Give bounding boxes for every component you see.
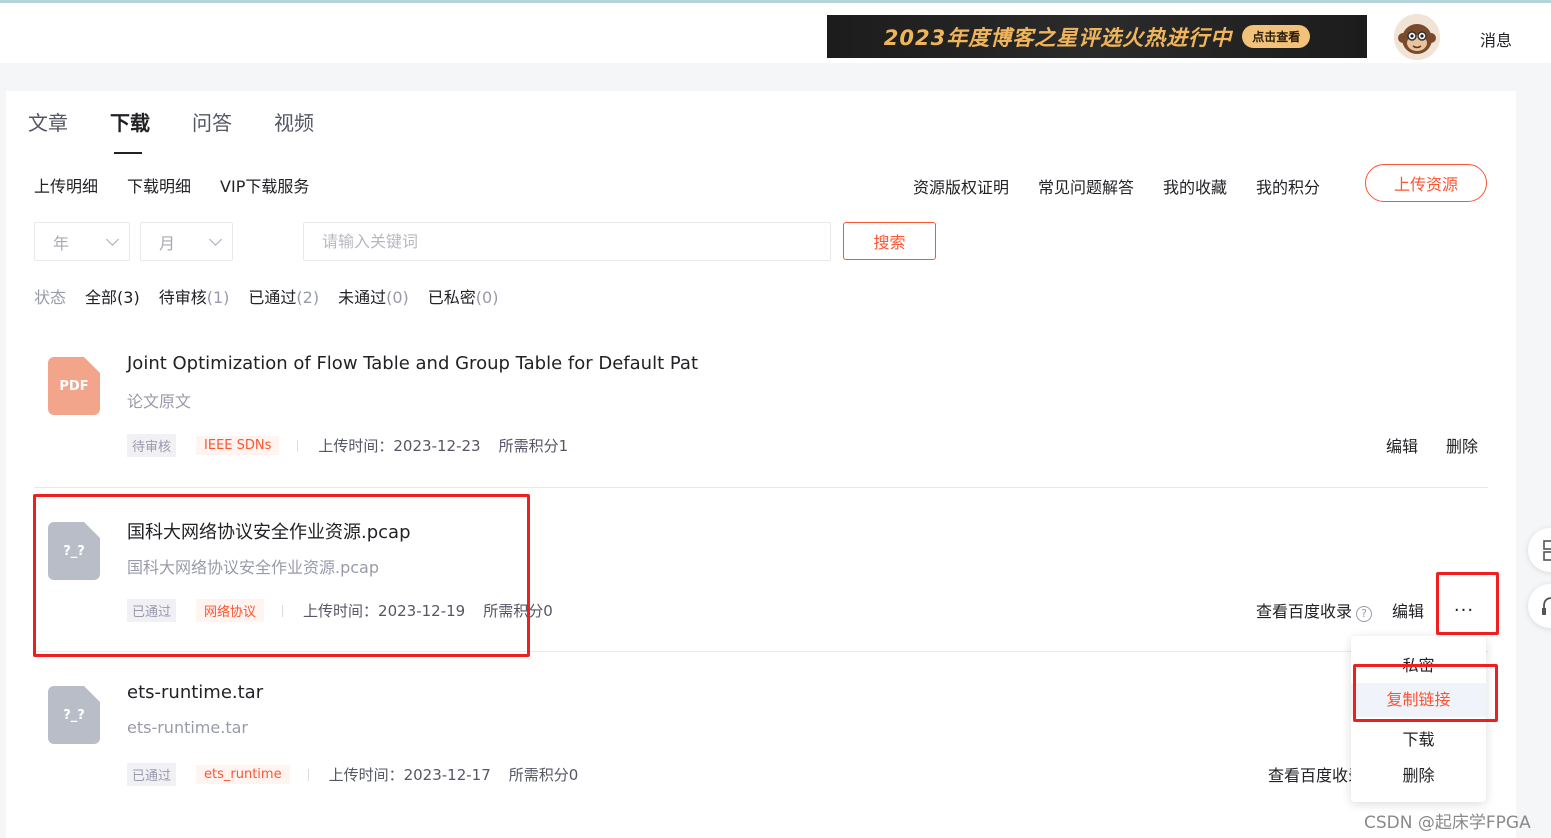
status-private-count: (0) [475,288,499,307]
status-badge: 待审核 [127,434,177,457]
view-baidu-index-label: 查看百度收录 [1255,602,1352,621]
status-approved-name: 已通过 [248,288,297,307]
subnav-vip-download[interactable]: VIP下载服务 [220,173,309,197]
subnav-upload-details[interactable]: 上传明细 [34,173,98,197]
view-baidu-index-link[interactable]: 查看百度收录? [1256,598,1372,622]
highlight-box-more-button [1436,572,1499,635]
subnav-faq[interactable]: 常见问题解答 [1038,174,1134,198]
highlight-box-resource [33,494,530,657]
tab-downloads[interactable]: 下载 [110,107,150,154]
status-all-name: 全部 [85,288,118,307]
chevron-down-icon [209,233,222,246]
keyword-search-input[interactable] [303,222,831,261]
highlight-box-copy-link [1353,664,1498,722]
resource-actions: 查看百度收录 [1268,762,1364,786]
divider [297,439,299,452]
resource-meta: 待审核 IEEE SDNs 上传时间：2023-12-23 所需积分1 [127,434,568,457]
resource-description: ets-runtime.tar [127,718,248,737]
content-tabs: 文章 下载 问答 视频 [28,107,356,154]
status-approved[interactable]: 已通过(2) [248,284,319,308]
status-label: 状态 [34,288,67,307]
category-tag[interactable]: ets_runtime [196,765,290,784]
status-rejected-name: 未通过 [338,288,387,307]
view-baidu-index-link[interactable]: 查看百度收录 [1268,762,1364,786]
status-rejected-count: (0) [386,288,409,307]
upload-time: 上传时间：2023-12-17 [328,766,491,784]
month-select[interactable]: 月 [140,222,233,261]
resource-actions: 编辑 删除 [1386,433,1478,457]
subnav-my-points[interactable]: 我的积分 [1256,174,1320,198]
status-all-count: (3) [117,288,140,307]
resource-title[interactable]: ets-runtime.tar [127,682,263,703]
status-private[interactable]: 已私密(0) [428,284,499,308]
status-filter: 状态 全部(3) 待审核(1) 已通过(2) 未通过(0) 已私密(0) [34,284,498,308]
messages-link[interactable]: 消息 [1480,27,1512,51]
unknown-file-icon: ?_? [48,686,100,744]
search-button[interactable]: 搜索 [843,222,936,260]
subnav-right: 资源版权证明 常见问题解答 我的收藏 我的积分 [913,174,1320,198]
main-panel: 文章 下载 问答 视频 上传明细 下载明细 VIP下载服务 资源版权证明 常见问… [6,91,1516,838]
tab-qa[interactable]: 问答 [192,107,232,136]
resource-item: ?_? ets-runtime.tar ets-runtime.tar 已通过 … [34,651,1488,815]
upload-resource-button[interactable]: 上传资源 [1365,164,1487,202]
resource-description: 论文原文 [127,392,192,411]
top-bar: 2023年度博客之星评选火热进行中 点击查看 消息 [0,0,1551,63]
question-icon[interactable]: ? [1355,605,1372,622]
menu-item-delete[interactable]: 删除 [1351,762,1486,786]
status-pending-name: 待审核 [158,288,207,307]
banner-text: 2023年度博客之星评选火热进行中 [883,25,1233,50]
year-select-label: 年 [53,233,70,253]
resource-meta: 已通过 ets_runtime 上传时间：2023-12-17 所需积分0 [127,763,578,786]
edit-button[interactable]: 编辑 [1386,433,1418,457]
headset-icon [1542,597,1551,615]
resource-item: PDF Joint Optimization of Flow Table and… [34,323,1488,487]
subnav-left: 上传明细 下载明细 VIP下载服务 [34,173,309,197]
status-private-name: 已私密 [427,288,476,307]
status-approved-count: (2) [296,288,320,307]
pdf-file-icon: PDF [48,357,100,415]
divider [307,768,309,781]
menu-item-download[interactable]: 下载 [1351,726,1486,750]
subnav-my-favorites[interactable]: 我的收藏 [1163,174,1227,198]
status-all[interactable]: 全部(3) [85,284,140,308]
year-select[interactable]: 年 [34,222,130,261]
tab-videos[interactable]: 视频 [274,107,314,136]
qr-code-icon [1543,540,1551,561]
banner-button[interactable]: 点击查看 [1242,25,1311,48]
status-pending[interactable]: 待审核(1) [159,284,230,308]
file-icon-label: PDF [59,378,89,394]
resource-title[interactable]: Joint Optimization of Flow Table and Gro… [127,353,698,374]
tab-articles[interactable]: 文章 [28,107,68,136]
status-pending-count: (1) [206,288,230,307]
customer-service-float-button[interactable] [1528,584,1551,628]
watermark: CSDN @起床学FPGA [1364,813,1531,833]
chevron-down-icon [106,233,119,246]
promo-banner[interactable]: 2023年度博客之星评选火热进行中 点击查看 [827,15,1367,58]
status-rejected[interactable]: 未通过(0) [338,284,409,308]
file-icon-label: ?_? [63,707,85,723]
qr-code-float-button[interactable] [1528,528,1551,572]
required-points: 所需积分0 [508,766,579,784]
month-select-label: 月 [159,233,176,253]
status-badge: 已通过 [127,763,177,786]
avatar[interactable] [1394,14,1440,60]
upload-time: 上传时间：2023-12-23 [318,437,481,455]
edit-button[interactable]: 编辑 [1392,598,1424,622]
delete-button[interactable]: 删除 [1446,433,1478,457]
category-tag[interactable]: IEEE SDNs [196,436,280,455]
required-points: 所需积分1 [498,437,569,455]
subnav-copyright-proof[interactable]: 资源版权证明 [913,174,1009,198]
monkey-avatar-icon [1394,14,1440,60]
subnav-download-details[interactable]: 下载明细 [127,173,191,197]
